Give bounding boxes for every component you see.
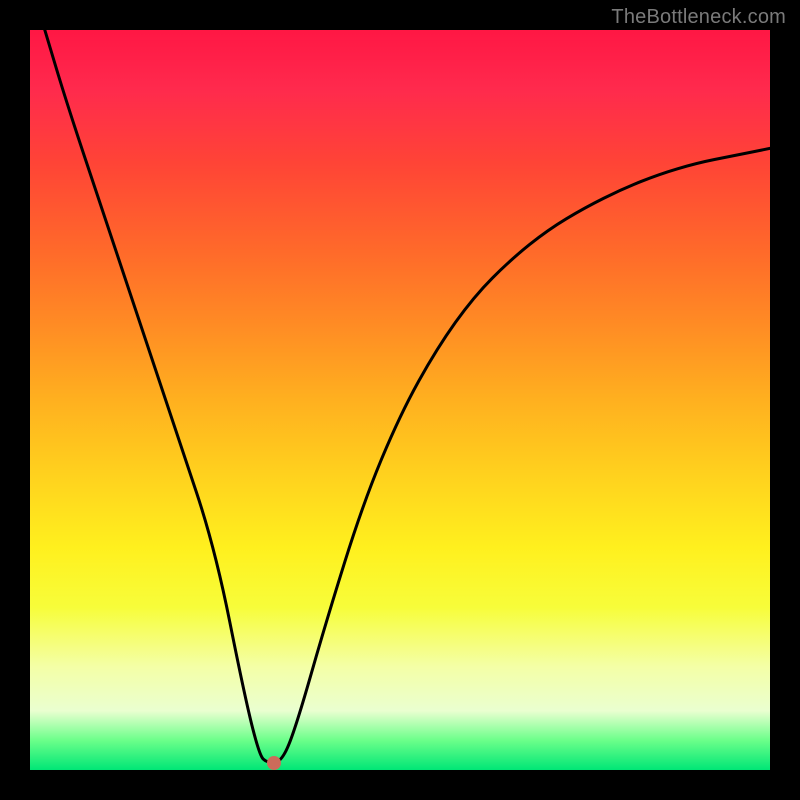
- optimal-point-dot: [267, 756, 281, 770]
- outer-frame: TheBottleneck.com: [0, 0, 800, 800]
- watermark-text: TheBottleneck.com: [611, 6, 786, 29]
- chart-curve-svg: [30, 30, 770, 770]
- bottleneck-curve-path: [45, 30, 770, 763]
- plot-area: [30, 30, 770, 770]
